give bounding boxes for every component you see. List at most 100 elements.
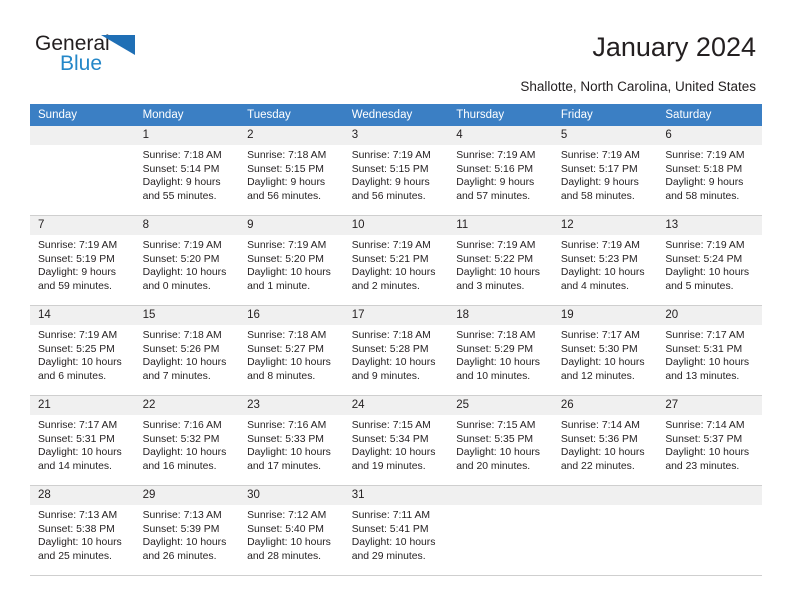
weekday-header-sunday: Sunday [30, 104, 135, 126]
daylight-text-line1: Daylight: 10 hours [247, 537, 331, 549]
day-number [448, 486, 553, 505]
calendar-grid: Sunday Monday Tuesday Wednesday Thursday… [30, 104, 762, 576]
day-details: Sunrise: 7:11 AM Sunset: 5:41 PM Dayligh… [344, 505, 449, 563]
day-cell[interactable]: 8 Sunrise: 7:19 AM Sunset: 5:20 PM Dayli… [134, 215, 240, 306]
day-cell[interactable]: 26 Sunrise: 7:14 AM Sunset: 5:36 PM Dayl… [552, 395, 658, 486]
daylight-text-line2: and 12 minutes. [560, 370, 635, 382]
sunrise-text: Sunrise: 7:13 AM [142, 510, 222, 521]
sunrise-text: Sunrise: 7:19 AM [351, 240, 431, 251]
daylight-text-line2: and 17 minutes. [247, 460, 322, 472]
day-number: 1 [134, 126, 240, 145]
daylight-text-line2: and 5 minutes. [665, 280, 734, 292]
day-cell[interactable]: 16 Sunrise: 7:18 AM Sunset: 5:27 PM Dayl… [239, 305, 344, 396]
day-details: Sunrise: 7:12 AM Sunset: 5:40 PM Dayligh… [239, 505, 344, 563]
sunrise-text: Sunrise: 7:19 AM [456, 150, 536, 161]
day-cell[interactable]: 31 Sunrise: 7:11 AM Sunset: 5:41 PM Dayl… [343, 485, 449, 576]
day-cell[interactable]: 15 Sunrise: 7:18 AM Sunset: 5:26 PM Dayl… [134, 305, 240, 396]
day-cell[interactable]: 19 Sunrise: 7:17 AM Sunset: 5:30 PM Dayl… [552, 305, 658, 396]
day-number: 20 [657, 306, 762, 325]
day-number: 7 [30, 216, 135, 235]
day-cell[interactable]: 10 Sunrise: 7:19 AM Sunset: 5:21 PM Dayl… [343, 215, 449, 306]
day-number: 27 [657, 396, 762, 415]
calendar-table: Sunday Monday Tuesday Wednesday Thursday… [30, 104, 762, 576]
sunset-text: Sunset: 5:18 PM [665, 163, 743, 175]
sunset-text: Sunset: 5:26 PM [142, 343, 220, 355]
sunrise-text: Sunrise: 7:18 AM [456, 330, 536, 341]
day-cell[interactable]: 18 Sunrise: 7:18 AM Sunset: 5:29 PM Dayl… [448, 305, 553, 396]
daylight-text-line2: and 13 minutes. [665, 370, 740, 382]
sunrise-text: Sunrise: 7:19 AM [665, 240, 745, 251]
sunset-text: Sunset: 5:14 PM [142, 163, 220, 175]
calendar-week-row: 14 Sunrise: 7:19 AM Sunset: 5:25 PM Dayl… [30, 305, 762, 396]
day-cell[interactable]: 28 Sunrise: 7:13 AM Sunset: 5:38 PM Dayl… [30, 485, 135, 576]
sunrise-text: Sunrise: 7:14 AM [665, 420, 745, 431]
day-cell[interactable] [448, 485, 553, 576]
day-number: 4 [448, 126, 553, 145]
sunrise-text: Sunrise: 7:14 AM [560, 420, 640, 431]
day-cell[interactable]: 20 Sunrise: 7:17 AM Sunset: 5:31 PM Dayl… [657, 305, 762, 396]
daylight-text-line2: and 14 minutes. [38, 460, 112, 472]
day-cell[interactable]: 29 Sunrise: 7:13 AM Sunset: 5:39 PM Dayl… [134, 485, 240, 576]
day-cell[interactable]: 30 Sunrise: 7:12 AM Sunset: 5:40 PM Dayl… [239, 485, 344, 576]
day-cell[interactable]: 22 Sunrise: 7:16 AM Sunset: 5:32 PM Dayl… [134, 395, 240, 486]
daylight-text-line2: and 9 minutes. [351, 370, 420, 382]
daylight-text-line1: Daylight: 9 hours [247, 177, 326, 189]
day-cell[interactable]: 6 Sunrise: 7:19 AM Sunset: 5:18 PM Dayli… [657, 126, 762, 216]
sunrise-text: Sunrise: 7:18 AM [247, 330, 327, 341]
day-cell[interactable] [657, 485, 762, 576]
day-details: Sunrise: 7:14 AM Sunset: 5:37 PM Dayligh… [657, 415, 762, 473]
day-cell[interactable]: 25 Sunrise: 7:15 AM Sunset: 5:35 PM Dayl… [448, 395, 553, 486]
day-cell[interactable] [552, 485, 658, 576]
day-cell[interactable] [30, 126, 135, 216]
day-number: 18 [448, 306, 553, 325]
day-cell[interactable]: 5 Sunrise: 7:19 AM Sunset: 5:17 PM Dayli… [552, 126, 658, 216]
weekday-header-thursday: Thursday [448, 104, 553, 126]
day-cell[interactable]: 3 Sunrise: 7:19 AM Sunset: 5:15 PM Dayli… [343, 126, 449, 216]
day-cell[interactable]: 24 Sunrise: 7:15 AM Sunset: 5:34 PM Dayl… [343, 395, 449, 486]
day-number [657, 486, 762, 505]
daylight-text-line2: and 23 minutes. [665, 460, 740, 472]
day-cell[interactable]: 13 Sunrise: 7:19 AM Sunset: 5:24 PM Dayl… [657, 215, 762, 306]
day-details: Sunrise: 7:19 AM Sunset: 5:16 PM Dayligh… [448, 145, 553, 203]
sunset-text: Sunset: 5:20 PM [247, 253, 324, 265]
day-cell[interactable]: 2 Sunrise: 7:18 AM Sunset: 5:15 PM Dayli… [239, 126, 344, 216]
day-cell[interactable]: 17 Sunrise: 7:18 AM Sunset: 5:28 PM Dayl… [343, 305, 449, 396]
sunrise-text: Sunrise: 7:19 AM [665, 150, 745, 161]
sunrise-text: Sunrise: 7:19 AM [560, 150, 640, 161]
daylight-text-line1: Daylight: 10 hours [351, 267, 436, 279]
sunrise-text: Sunrise: 7:11 AM [351, 510, 431, 521]
day-details: Sunrise: 7:15 AM Sunset: 5:35 PM Dayligh… [448, 415, 553, 473]
day-cell[interactable]: 21 Sunrise: 7:17 AM Sunset: 5:31 PM Dayl… [30, 395, 135, 486]
daylight-text-line2: and 55 minutes. [142, 190, 217, 202]
day-details: Sunrise: 7:18 AM Sunset: 5:26 PM Dayligh… [135, 325, 240, 383]
day-number: 23 [239, 396, 344, 415]
day-number: 3 [343, 126, 449, 145]
daylight-text-line2: and 0 minutes. [142, 280, 211, 292]
day-cell[interactable]: 4 Sunrise: 7:19 AM Sunset: 5:16 PM Dayli… [448, 126, 553, 216]
daylight-text-line2: and 1 minute. [247, 280, 311, 292]
daylight-text-line2: and 7 minutes. [142, 370, 211, 382]
sunrise-text: Sunrise: 7:16 AM [142, 420, 222, 431]
sunset-text: Sunset: 5:36 PM [560, 433, 638, 445]
sunset-text: Sunset: 5:17 PM [560, 163, 638, 175]
day-cell[interactable]: 14 Sunrise: 7:19 AM Sunset: 5:25 PM Dayl… [30, 305, 135, 396]
day-cell[interactable]: 23 Sunrise: 7:16 AM Sunset: 5:33 PM Dayl… [239, 395, 344, 486]
day-cell[interactable]: 11 Sunrise: 7:19 AM Sunset: 5:22 PM Dayl… [448, 215, 553, 306]
calendar-header-row: Sunday Monday Tuesday Wednesday Thursday… [30, 104, 762, 126]
daylight-text-line1: Daylight: 9 hours [665, 177, 744, 189]
daylight-text-line2: and 58 minutes. [665, 190, 740, 202]
daylight-text-line2: and 10 minutes. [456, 370, 531, 382]
day-cell[interactable]: 12 Sunrise: 7:19 AM Sunset: 5:23 PM Dayl… [552, 215, 658, 306]
sunrise-text: Sunrise: 7:18 AM [247, 150, 327, 161]
daylight-text-line2: and 26 minutes. [142, 550, 217, 562]
day-details: Sunrise: 7:17 AM Sunset: 5:31 PM Dayligh… [657, 325, 762, 383]
sunset-text: Sunset: 5:21 PM [351, 253, 429, 265]
sunrise-text: Sunrise: 7:19 AM [247, 240, 327, 251]
day-cell[interactable]: 1 Sunrise: 7:18 AM Sunset: 5:14 PM Dayli… [134, 126, 240, 216]
day-cell[interactable]: 9 Sunrise: 7:19 AM Sunset: 5:20 PM Dayli… [239, 215, 344, 306]
day-cell[interactable]: 27 Sunrise: 7:14 AM Sunset: 5:37 PM Dayl… [657, 395, 762, 486]
day-cell[interactable]: 7 Sunrise: 7:19 AM Sunset: 5:19 PM Dayli… [30, 215, 135, 306]
daylight-text-line1: Daylight: 10 hours [456, 447, 540, 459]
day-details: Sunrise: 7:19 AM Sunset: 5:23 PM Dayligh… [553, 235, 658, 293]
logo-text-blue: Blue [60, 52, 103, 75]
